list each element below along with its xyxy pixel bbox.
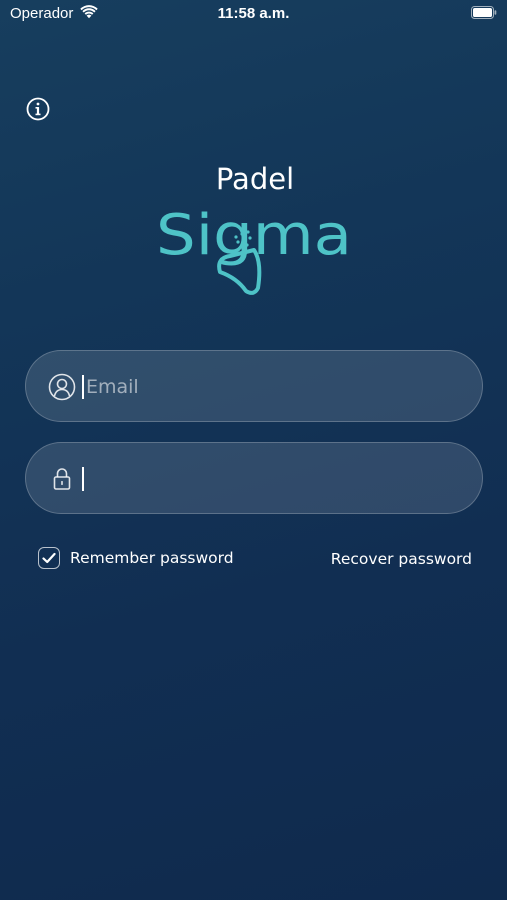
password-field[interactable] bbox=[25, 442, 483, 514]
user-icon bbox=[48, 373, 76, 401]
email-field[interactable] bbox=[25, 350, 483, 422]
password-input[interactable] bbox=[80, 455, 468, 503]
remember-password-toggle[interactable]: Remember password bbox=[38, 547, 234, 569]
status-bar: Operador 11:58 a.m. bbox=[0, 0, 507, 30]
padel-sigma-logo: Padel Sigma bbox=[156, 162, 352, 295]
info-button[interactable] bbox=[26, 97, 50, 121]
lock-icon bbox=[53, 468, 71, 490]
remember-checkbox[interactable] bbox=[38, 547, 60, 569]
recover-password-link[interactable]: Recover password bbox=[331, 550, 472, 568]
logo-sigma-text: Sigma bbox=[156, 203, 352, 268]
logo-padel-text: Padel bbox=[216, 162, 294, 196]
info-icon bbox=[26, 97, 50, 121]
clock: 11:58 a.m. bbox=[217, 5, 290, 22]
battery-icon bbox=[471, 6, 497, 19]
email-input[interactable] bbox=[80, 363, 468, 411]
remember-password-label: Remember password bbox=[70, 549, 234, 567]
checkmark-icon bbox=[42, 552, 56, 564]
